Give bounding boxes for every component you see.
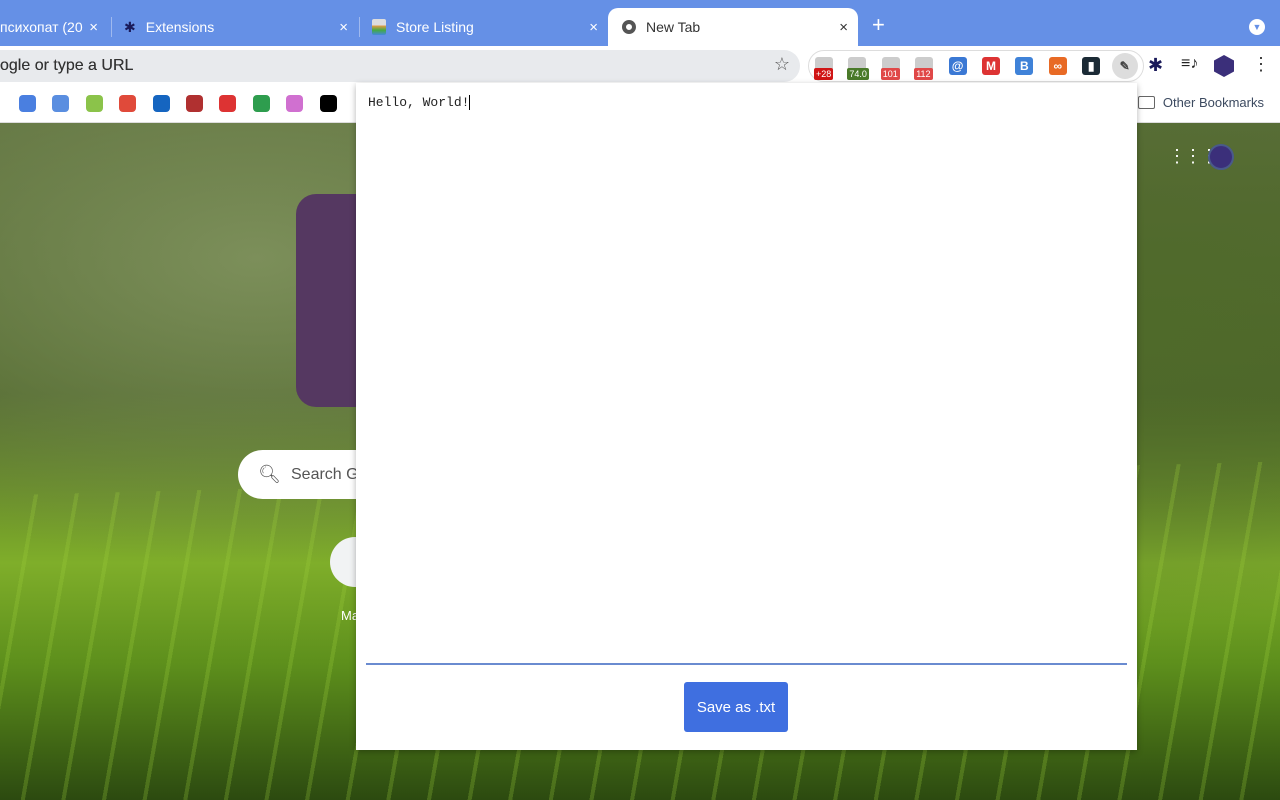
w3-icon[interactable] — [252, 95, 270, 112]
extension-badge: 101 — [880, 68, 900, 80]
tab-title: Store Listing — [396, 19, 474, 35]
other-bookmarks-label: Other Bookmarks — [1162, 95, 1264, 110]
globe-icon[interactable] — [52, 95, 70, 112]
extension-popup: Hello, World! Save as .txt — [356, 83, 1137, 750]
tab-search-icon[interactable]: ▼ — [1249, 19, 1265, 35]
star-icon[interactable]: ☆ — [774, 54, 790, 75]
profile-avatar[interactable] — [1208, 144, 1234, 170]
webstore-icon — [372, 19, 386, 35]
outlook-icon[interactable] — [152, 95, 170, 112]
chrome-icon — [622, 20, 636, 34]
text-editor-icon[interactable]: ✎ — [1111, 53, 1138, 79]
at-icon[interactable]: @ — [948, 57, 967, 75]
text-caret — [469, 95, 471, 111]
tab-title: Extensions — [145, 19, 215, 35]
new-tab-button[interactable]: + — [872, 12, 885, 38]
close-icon[interactable]: × — [339, 19, 348, 36]
tab-extensions[interactable]: ✱ Extensions × — [112, 8, 358, 46]
editor-text: Hello, World! — [368, 95, 470, 110]
tab-strip: психопат (20 × ✱ Extensions × Store Listing… — [0, 0, 1280, 46]
save-as-txt-button[interactable]: Save as .txt — [684, 682, 788, 732]
maps-icon[interactable] — [119, 95, 137, 112]
puzzle-icon[interactable]: ✱ — [1148, 55, 1163, 76]
link-icon[interactable]: ∞ — [1048, 57, 1067, 75]
other-bookmarks[interactable]: Other Bookmarks — [1137, 95, 1264, 110]
omnibox[interactable]: ogle or type a URL ☆ — [0, 50, 800, 82]
profile-icon[interactable] — [1214, 55, 1234, 77]
menu-icon[interactable]: ⋮ — [1252, 54, 1270, 75]
tab-new-tab[interactable]: New Tab × — [608, 8, 858, 46]
extension-badge: 74.0 — [847, 68, 869, 80]
media-control-icon[interactable]: ≡♪ — [1181, 55, 1198, 73]
bookmark-icon[interactable]: ▮ — [1082, 57, 1101, 75]
text-editor-area[interactable]: Hello, World! — [368, 95, 471, 111]
extension-badge: +28 — [814, 68, 834, 80]
puzzle-icon: ✱ — [124, 18, 136, 35]
close-icon[interactable]: × — [589, 19, 598, 36]
tab-title: New Tab — [646, 19, 701, 35]
tab-title: психопат (20 — [0, 19, 83, 35]
black-square-icon[interactable] — [319, 95, 337, 112]
tab-store-listing[interactable]: Store Listing × — [360, 8, 608, 46]
b-icon[interactable]: B — [1015, 57, 1034, 75]
omnibox-input[interactable] — [0, 50, 684, 82]
tower-icon[interactable] — [219, 95, 237, 112]
search-placeholder: Search G — [291, 466, 359, 483]
check-icon[interactable] — [85, 95, 103, 112]
gmail-icon[interactable]: M — [982, 57, 1000, 75]
h-icon[interactable] — [286, 95, 304, 112]
search-icon: 🔍︎ — [258, 464, 281, 484]
tab-psychopath[interactable]: психопат (20 × — [0, 8, 108, 46]
divider — [366, 663, 1127, 665]
toolbar: ogle or type a URL ☆ +28 74.0 101 112 @ MB ∞ ▮ ✎… — [0, 46, 1280, 86]
extension-badge: 112 — [914, 68, 933, 80]
close-icon[interactable]: × — [89, 19, 98, 36]
close-icon[interactable]: × — [839, 19, 848, 36]
crest-icon[interactable] — [186, 95, 203, 112]
translate-icon[interactable] — [19, 95, 36, 112]
folder-icon — [1137, 96, 1155, 109]
